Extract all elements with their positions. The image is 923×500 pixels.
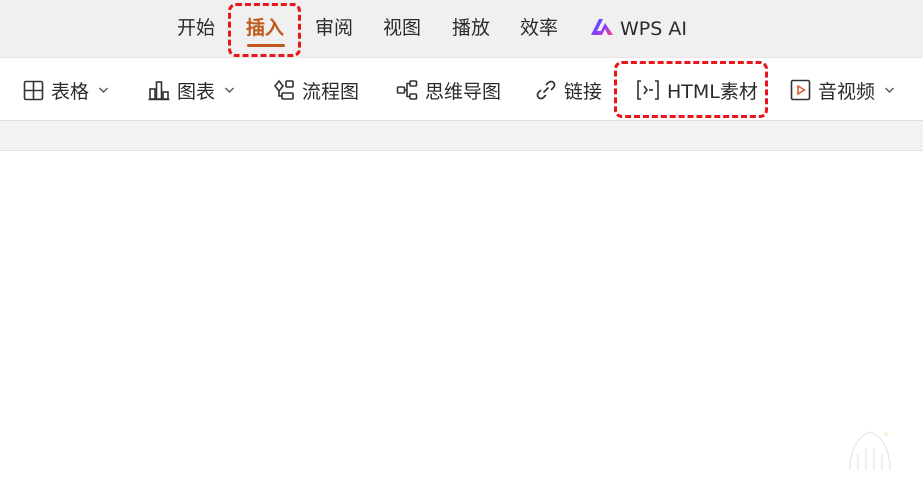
table-grid-icon (23, 80, 44, 101)
document-canvas[interactable] (0, 151, 923, 500)
tab-wps-ai[interactable]: WPS AI (590, 0, 687, 57)
audio-video-button[interactable]: 音视频 (790, 58, 895, 122)
watermark-logo-icon (840, 420, 900, 480)
link-button[interactable]: 链接 (535, 58, 602, 122)
chart-button[interactable]: 图表 (148, 58, 235, 122)
link-icon (535, 79, 557, 101)
chevron-down-icon[interactable] (884, 86, 895, 94)
wps-ai-logo-icon (590, 17, 614, 41)
insert-toolbar: 表格 图表 流程图 思维导图 链接 HTML素材 音视频 (0, 57, 923, 121)
mindmap-button[interactable]: 思维导图 (396, 58, 501, 122)
active-tab-indicator (247, 44, 285, 47)
ruler-strip (0, 121, 923, 151)
flowchart-label: 流程图 (302, 80, 360, 103)
mindmap-icon (396, 79, 418, 101)
tab-efficiency[interactable]: 效率 (520, 0, 558, 57)
table-button[interactable]: 表格 (23, 58, 109, 122)
menu-tab-bar: 开始 插入 审阅 视图 播放 效率 WPS AI (0, 0, 923, 57)
html-material-button[interactable]: HTML素材 (636, 58, 758, 122)
wps-window: 开始 插入 审阅 视图 播放 效率 WPS AI 表格 图表 流程图 思维导图 … (0, 0, 923, 500)
tab-play[interactable]: 播放 (452, 0, 490, 57)
table-label: 表格 (51, 80, 90, 103)
play-media-icon (790, 79, 811, 101)
html-material-label: HTML素材 (667, 80, 758, 103)
chevron-down-icon[interactable] (224, 86, 235, 94)
chart-label: 图表 (177, 80, 216, 103)
bar-chart-icon (148, 80, 170, 101)
wps-ai-label: WPS AI (620, 17, 687, 40)
audio-video-label: 音视频 (818, 80, 876, 103)
flowchart-button[interactable]: 流程图 (273, 58, 359, 122)
tab-view[interactable]: 视图 (383, 0, 421, 57)
chevron-down-icon[interactable] (98, 86, 109, 94)
tab-insert[interactable]: 插入 (246, 0, 284, 57)
tab-review[interactable]: 审阅 (315, 0, 353, 57)
tab-start[interactable]: 开始 (177, 0, 215, 57)
flowchart-icon (273, 79, 295, 101)
link-label: 链接 (564, 80, 603, 103)
mindmap-label: 思维导图 (425, 80, 502, 103)
html-code-icon (636, 79, 660, 101)
